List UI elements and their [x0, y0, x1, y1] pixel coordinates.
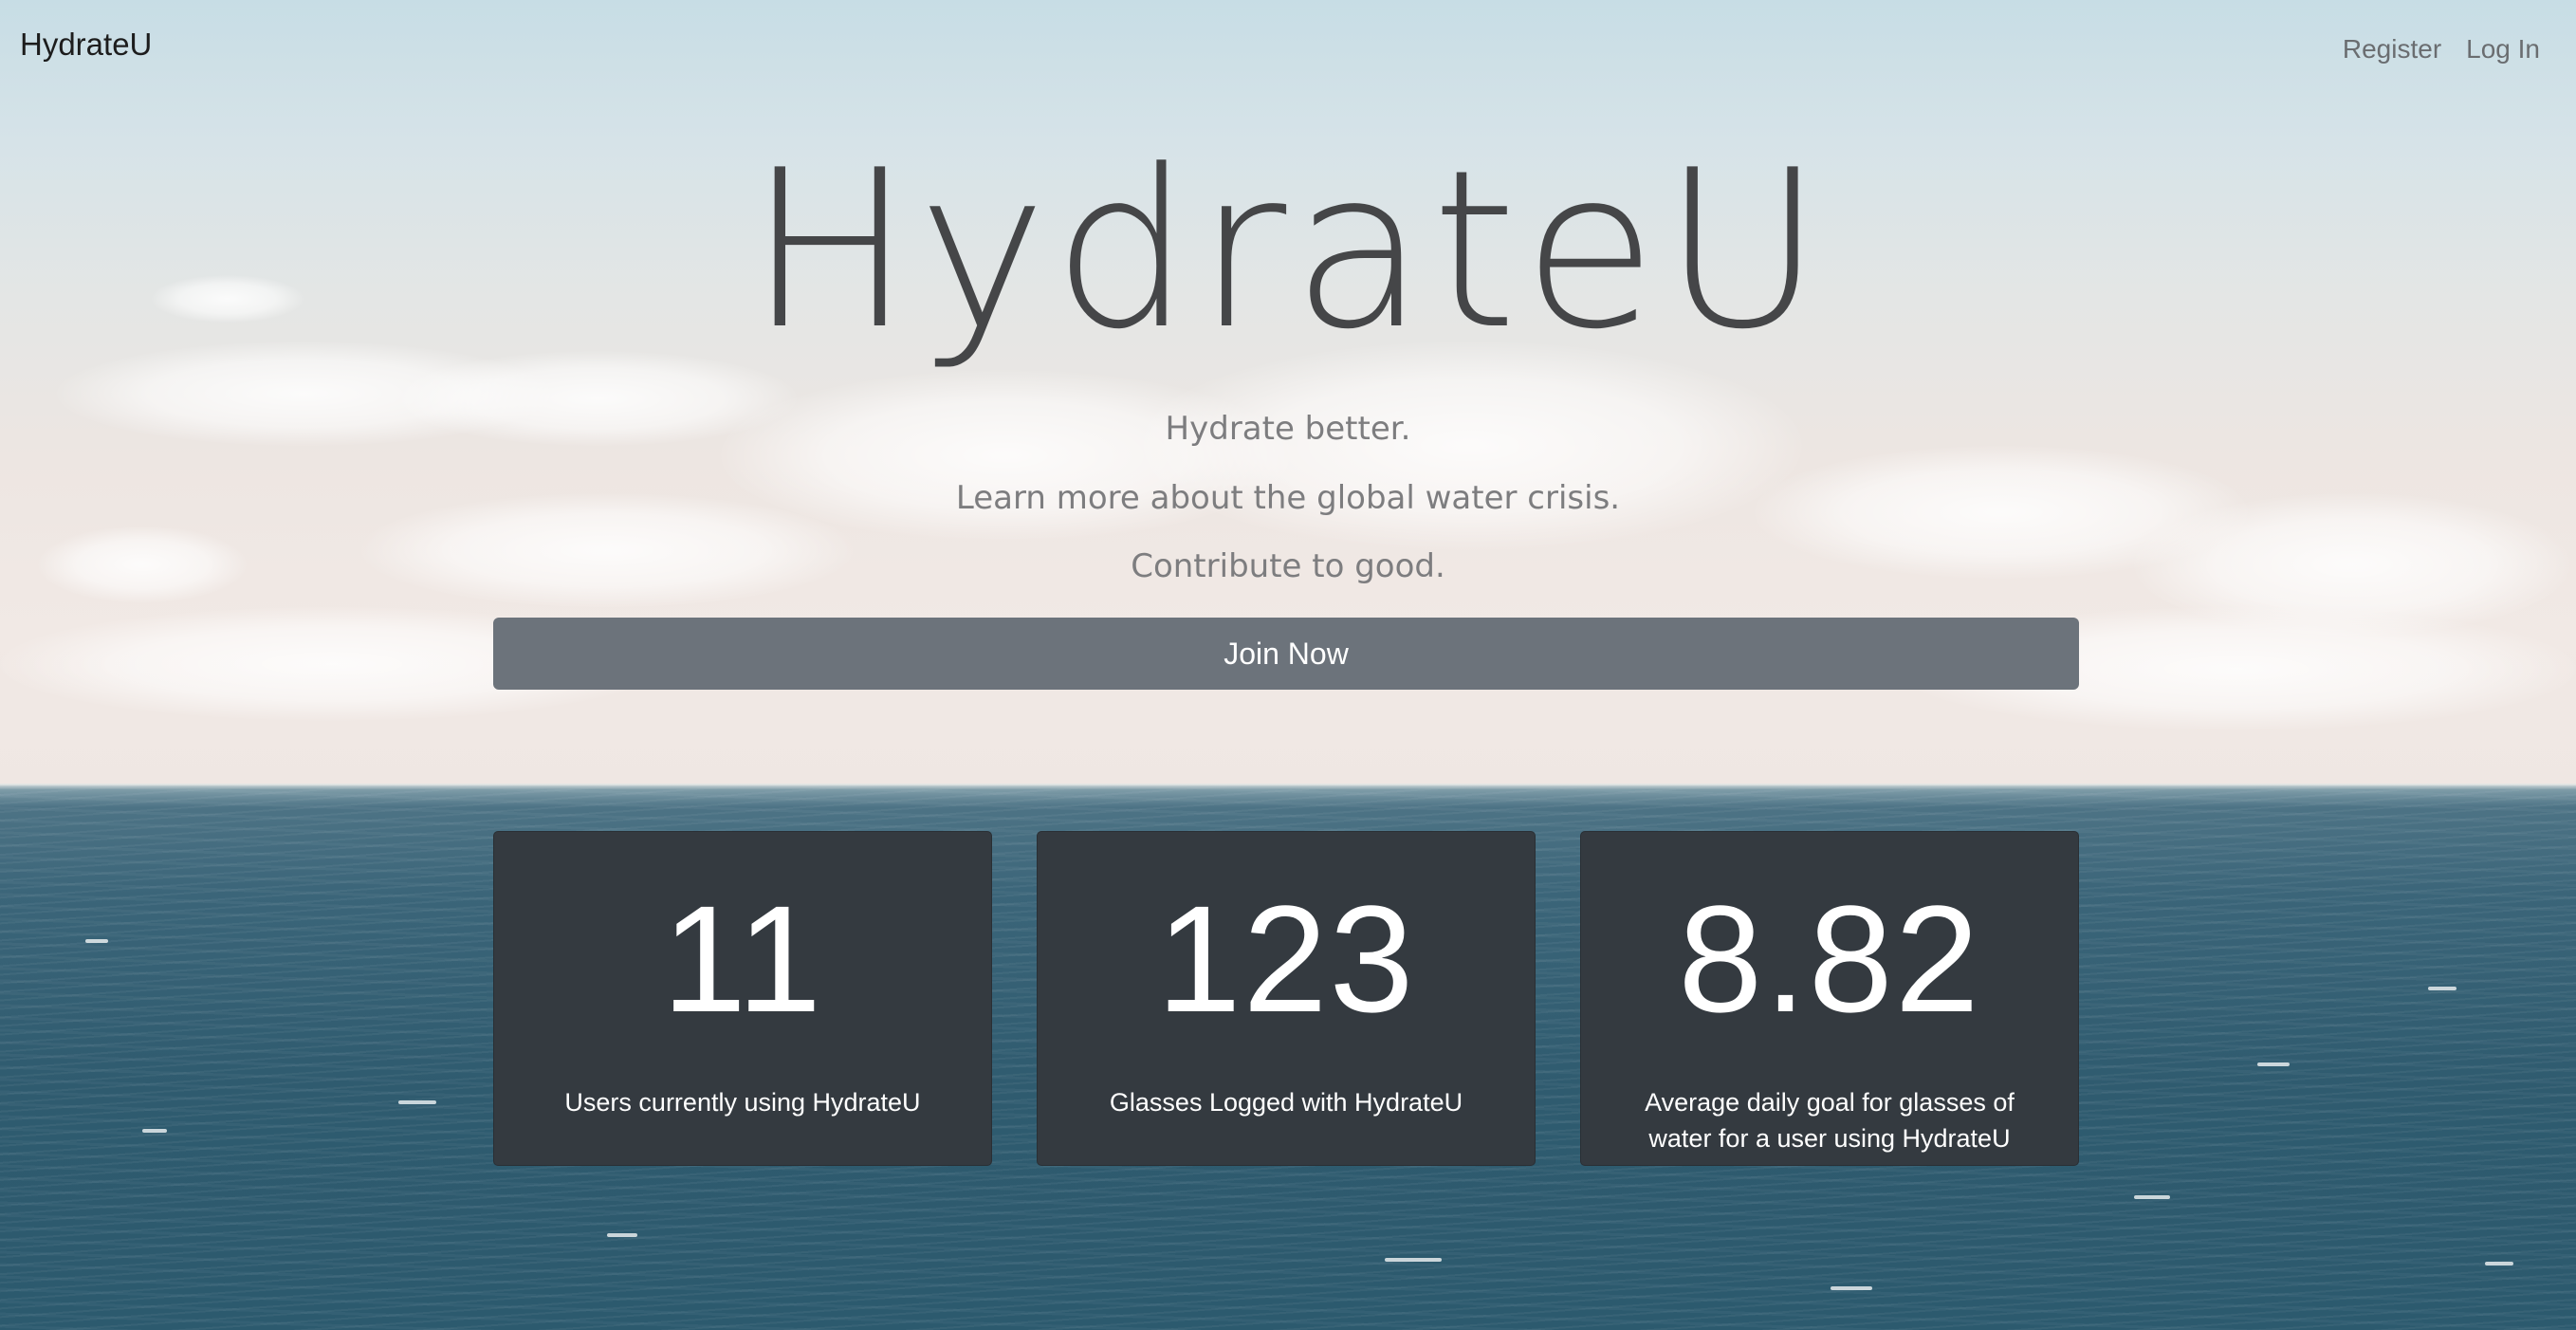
top-nav: Register Log In: [2343, 34, 2540, 65]
wave-highlight: [142, 1129, 167, 1133]
stat-label: Users currently using HydrateU: [564, 1088, 921, 1117]
stats-cards: 11 Users currently using HydrateU 123 Gl…: [493, 831, 2079, 1166]
hero-title: HydrateU: [747, 124, 1829, 378]
stat-card-average-goal: 8.82 Average daily goal for glasses of w…: [1580, 831, 2079, 1166]
horizon: [0, 784, 2576, 789]
wave-highlight: [1831, 1286, 1872, 1290]
wave-highlight: [607, 1233, 637, 1237]
wave-highlight: [2134, 1195, 2170, 1199]
wave-highlight: [85, 939, 108, 943]
login-link[interactable]: Log In: [2466, 34, 2540, 65]
tagline-contribute: Contribute to good.: [1131, 547, 1445, 585]
stat-card-glasses: 123 Glasses Logged with HydrateU: [1037, 831, 1536, 1166]
tagline-hydrate: Hydrate better.: [1165, 410, 1411, 448]
stat-card-users: 11 Users currently using HydrateU: [493, 831, 992, 1166]
wave-highlight: [2428, 987, 2456, 990]
tagline-water-crisis: Learn more about the global water crisis…: [955, 479, 1621, 517]
stat-label: Glasses Logged with HydrateU: [1109, 1088, 1463, 1117]
register-link[interactable]: Register: [2343, 34, 2441, 65]
stat-value: 123: [1156, 874, 1416, 1044]
join-now-button[interactable]: Join Now: [493, 618, 2079, 690]
wave-highlight: [2257, 1062, 2290, 1066]
brand-logo-link[interactable]: HydrateU: [20, 27, 152, 63]
wave-highlight: [398, 1100, 436, 1104]
stat-value: 8.82: [1678, 874, 1981, 1044]
stat-label: Average daily goal for glasses of water …: [1645, 1088, 2015, 1153]
wave-highlight: [1385, 1258, 1442, 1262]
wave-highlight: [2485, 1262, 2513, 1265]
stat-value: 11: [661, 874, 824, 1044]
